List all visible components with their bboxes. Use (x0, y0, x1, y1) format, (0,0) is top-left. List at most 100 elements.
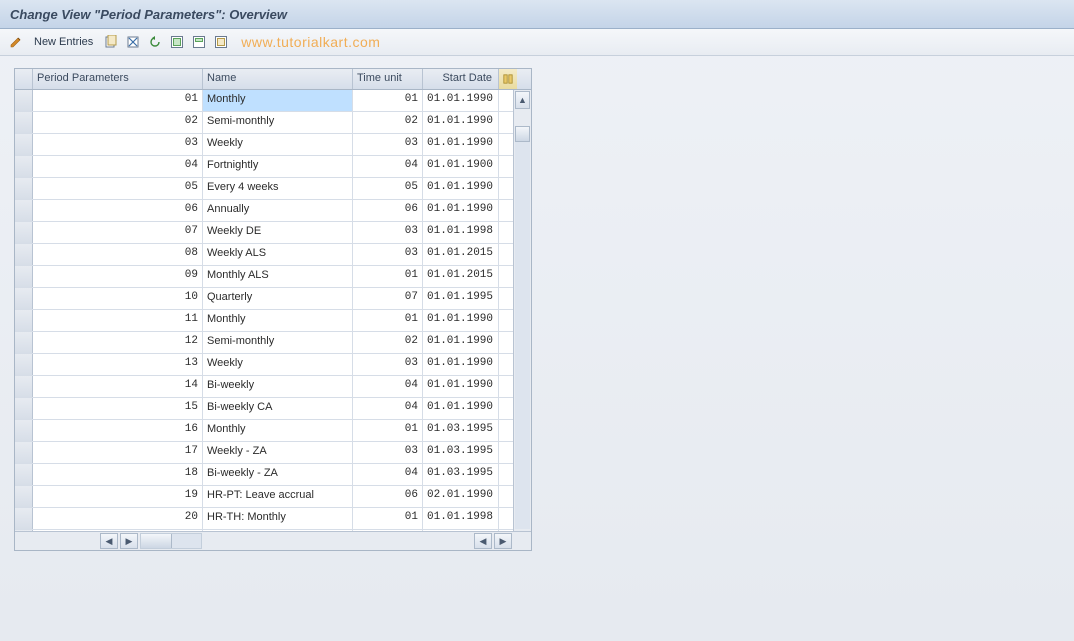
cell-start-date[interactable]: 01.01.1990 (423, 90, 499, 111)
cell-start-date[interactable]: 01.01.1990 (423, 178, 499, 199)
cell-period-parameters[interactable]: 20 (33, 508, 203, 529)
deselect-all-icon[interactable] (213, 34, 229, 50)
cell-name[interactable]: Bi-weekly - ZA (203, 464, 353, 485)
cell-time-unit[interactable]: 02 (353, 112, 423, 133)
cell-name[interactable]: Monthly (203, 310, 353, 331)
cell-time-unit[interactable]: 01 (353, 420, 423, 441)
vertical-scrollbar[interactable]: ▲ ▼ (513, 90, 531, 531)
cell-period-parameters[interactable]: 18 (33, 464, 203, 485)
cell-start-date[interactable]: 01.03.1995 (423, 464, 499, 485)
cell-name[interactable]: Annually (203, 200, 353, 221)
cell-name[interactable]: Semi-monthly (203, 112, 353, 133)
cell-start-date[interactable]: 01.01.1990 (423, 200, 499, 221)
hscroll-right-button-1[interactable]: ▶ (120, 533, 138, 549)
column-header-time-unit[interactable]: Time unit (353, 69, 423, 89)
row-selector[interactable] (15, 222, 33, 243)
cell-period-parameters[interactable]: 07 (33, 222, 203, 243)
cell-period-parameters[interactable]: 10 (33, 288, 203, 309)
cell-start-date[interactable]: 01.01.1995 (423, 288, 499, 309)
hscroll-track-1[interactable] (140, 533, 202, 549)
delete-icon[interactable] (125, 34, 141, 50)
cell-name[interactable]: Weekly (203, 354, 353, 375)
cell-time-unit[interactable]: 05 (353, 178, 423, 199)
cell-time-unit[interactable]: 03 (353, 134, 423, 155)
row-selector[interactable] (15, 310, 33, 331)
row-selector[interactable] (15, 376, 33, 397)
vertical-scroll-track[interactable] (515, 126, 530, 529)
cell-period-parameters[interactable]: 16 (33, 420, 203, 441)
cell-start-date[interactable]: 01.01.1990 (423, 134, 499, 155)
cell-name[interactable]: Weekly - ZA (203, 442, 353, 463)
cell-start-date[interactable]: 01.01.2015 (423, 244, 499, 265)
cell-name[interactable]: Bi-weekly (203, 376, 353, 397)
row-selector[interactable] (15, 200, 33, 221)
row-selector[interactable] (15, 178, 33, 199)
cell-name[interactable]: HR-TH: Monthly (203, 508, 353, 529)
cell-period-parameters[interactable]: 02 (33, 112, 203, 133)
cell-period-parameters[interactable]: 13 (33, 354, 203, 375)
cell-time-unit[interactable]: 03 (353, 222, 423, 243)
cell-time-unit[interactable]: 04 (353, 156, 423, 177)
select-all-icon[interactable] (169, 34, 185, 50)
cell-start-date[interactable]: 01.03.1995 (423, 442, 499, 463)
hscroll-left-button-1[interactable]: ◀ (100, 533, 118, 549)
cell-name[interactable]: Monthly (203, 90, 353, 111)
cell-period-parameters[interactable]: 04 (33, 156, 203, 177)
new-entries-button[interactable]: New Entries (30, 36, 97, 48)
row-selector[interactable] (15, 398, 33, 419)
cell-name[interactable]: Bi-weekly CA (203, 398, 353, 419)
cell-start-date[interactable]: 01.03.1995 (423, 420, 499, 441)
row-selector[interactable] (15, 508, 33, 529)
cell-name[interactable]: HR-TH: Bi-Weekly (203, 530, 353, 531)
cell-period-parameters[interactable]: 21 (33, 530, 203, 531)
cell-start-date[interactable]: 01.01.2015 (423, 266, 499, 287)
configure-columns-icon[interactable] (499, 69, 517, 89)
cell-time-unit[interactable]: 06 (353, 200, 423, 221)
cell-time-unit[interactable]: 03 (353, 244, 423, 265)
cell-period-parameters[interactable]: 01 (33, 90, 203, 111)
cell-name[interactable]: HR-PT: Leave accrual (203, 486, 353, 507)
cell-time-unit[interactable]: 04 (353, 530, 423, 531)
cell-name[interactable]: Monthly (203, 420, 353, 441)
row-selector[interactable] (15, 134, 33, 155)
cell-name[interactable]: Semi-monthly (203, 332, 353, 353)
row-selector[interactable] (15, 486, 33, 507)
row-selector[interactable] (15, 464, 33, 485)
row-selector[interactable] (15, 530, 33, 531)
cell-start-date[interactable]: 02.01.1990 (423, 486, 499, 507)
cell-start-date[interactable]: 01.01.1990 (423, 310, 499, 331)
column-header-period-parameters[interactable]: Period Parameters (33, 69, 203, 89)
scroll-up-button[interactable]: ▲ (515, 91, 530, 109)
cell-period-parameters[interactable]: 09 (33, 266, 203, 287)
cell-name[interactable]: Weekly ALS (203, 244, 353, 265)
cell-time-unit[interactable]: 01 (353, 508, 423, 529)
toggle-change-display-icon[interactable] (8, 34, 24, 50)
cell-start-date[interactable]: 01.01.1998 (423, 508, 499, 529)
cell-time-unit[interactable]: 04 (353, 376, 423, 397)
row-selector[interactable] (15, 288, 33, 309)
cell-start-date[interactable]: 01.01.1998 (423, 222, 499, 243)
cell-period-parameters[interactable]: 14 (33, 376, 203, 397)
row-selector[interactable] (15, 156, 33, 177)
cell-time-unit[interactable]: 01 (353, 310, 423, 331)
cell-start-date[interactable]: 01.01.1990 (423, 354, 499, 375)
hscroll-thumb-1[interactable] (141, 534, 172, 548)
column-header-selector[interactable] (15, 69, 33, 89)
cell-name[interactable]: Quarterly (203, 288, 353, 309)
cell-start-date[interactable]: 01.01.1998 (423, 530, 499, 531)
cell-period-parameters[interactable]: 12 (33, 332, 203, 353)
row-selector[interactable] (15, 112, 33, 133)
row-selector[interactable] (15, 90, 33, 111)
cell-period-parameters[interactable]: 05 (33, 178, 203, 199)
select-block-icon[interactable] (191, 34, 207, 50)
row-selector[interactable] (15, 420, 33, 441)
column-header-name[interactable]: Name (203, 69, 353, 89)
hscroll-right-button-2[interactable]: ▶ (494, 533, 512, 549)
cell-time-unit[interactable]: 06 (353, 486, 423, 507)
cell-name[interactable]: Fortnightly (203, 156, 353, 177)
cell-start-date[interactable]: 01.01.1990 (423, 332, 499, 353)
cell-period-parameters[interactable]: 06 (33, 200, 203, 221)
column-header-start-date[interactable]: Start Date (423, 69, 499, 89)
copy-as-icon[interactable] (103, 34, 119, 50)
cell-time-unit[interactable]: 04 (353, 398, 423, 419)
